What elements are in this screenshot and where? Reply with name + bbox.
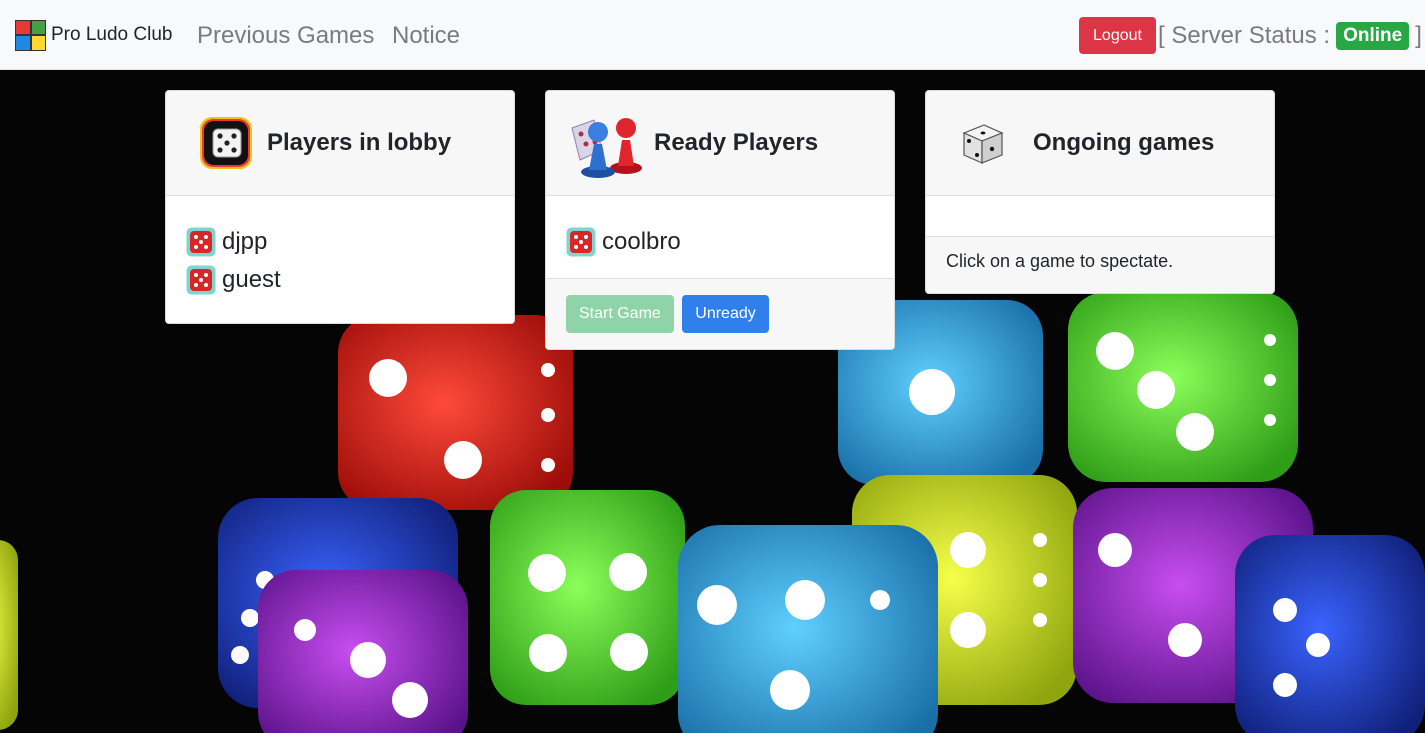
ready-player-list: coolbro [546, 196, 894, 278]
ready-title: Ready Players [654, 129, 819, 156]
logout-button[interactable]: Logout [1079, 17, 1156, 54]
red-dice-icon [566, 227, 596, 257]
brand[interactable]: Pro Ludo Club [15, 19, 173, 51]
list-item[interactable]: guest [186, 261, 494, 299]
die-icon [958, 119, 1006, 167]
red-dice-icon [186, 227, 216, 257]
ready-card-footer: Start Game Unready [546, 278, 894, 349]
player-name: djpp [222, 228, 268, 255]
status-badge: Online [1336, 22, 1410, 50]
start-game-button[interactable]: Start Game [566, 295, 674, 333]
server-status: [ Server Status : Online ] [1158, 22, 1422, 50]
red-dice-icon [186, 265, 216, 295]
ready-card-header: Ready Players [546, 91, 894, 196]
server-status-close-bracket: ] [1415, 22, 1422, 49]
ongoing-card-footer: Click on a game to spectate. [926, 236, 1274, 293]
brand-name: Pro Ludo Club [51, 24, 173, 45]
lobby-card-header: Players in lobby [166, 91, 514, 196]
dice-icon [199, 116, 253, 170]
player-name: guest [222, 266, 281, 293]
lobby-player-list: djpp guest [166, 196, 514, 323]
spectate-hint: Click on a game to spectate. [946, 251, 1174, 271]
lobby-title: Players in lobby [267, 129, 452, 156]
ongoing-title: Ongoing games [1033, 129, 1215, 156]
ludo-logo-icon [15, 19, 46, 51]
unready-button[interactable]: Unready [682, 295, 769, 333]
game-pieces-icon [568, 106, 646, 180]
ongoing-games-list [926, 196, 1274, 236]
ready-card: Ready Players coolbro Start Game Unready [545, 90, 895, 350]
lobby-card: Players in lobby djpp guest [165, 90, 515, 324]
list-item[interactable]: coolbro [566, 223, 874, 261]
ongoing-card-header: Ongoing games [926, 91, 1274, 196]
list-item[interactable]: djpp [186, 223, 494, 261]
ongoing-card: Ongoing games Click on a game to spectat… [925, 90, 1275, 294]
navbar: Pro Ludo Club Previous Games Notice Logo… [0, 0, 1425, 70]
nav-link-notice[interactable]: Notice [392, 22, 460, 50]
nav-link-previous-games[interactable]: Previous Games [197, 22, 374, 50]
server-status-label: [ Server Status : [1158, 22, 1331, 49]
player-name: coolbro [602, 228, 681, 255]
